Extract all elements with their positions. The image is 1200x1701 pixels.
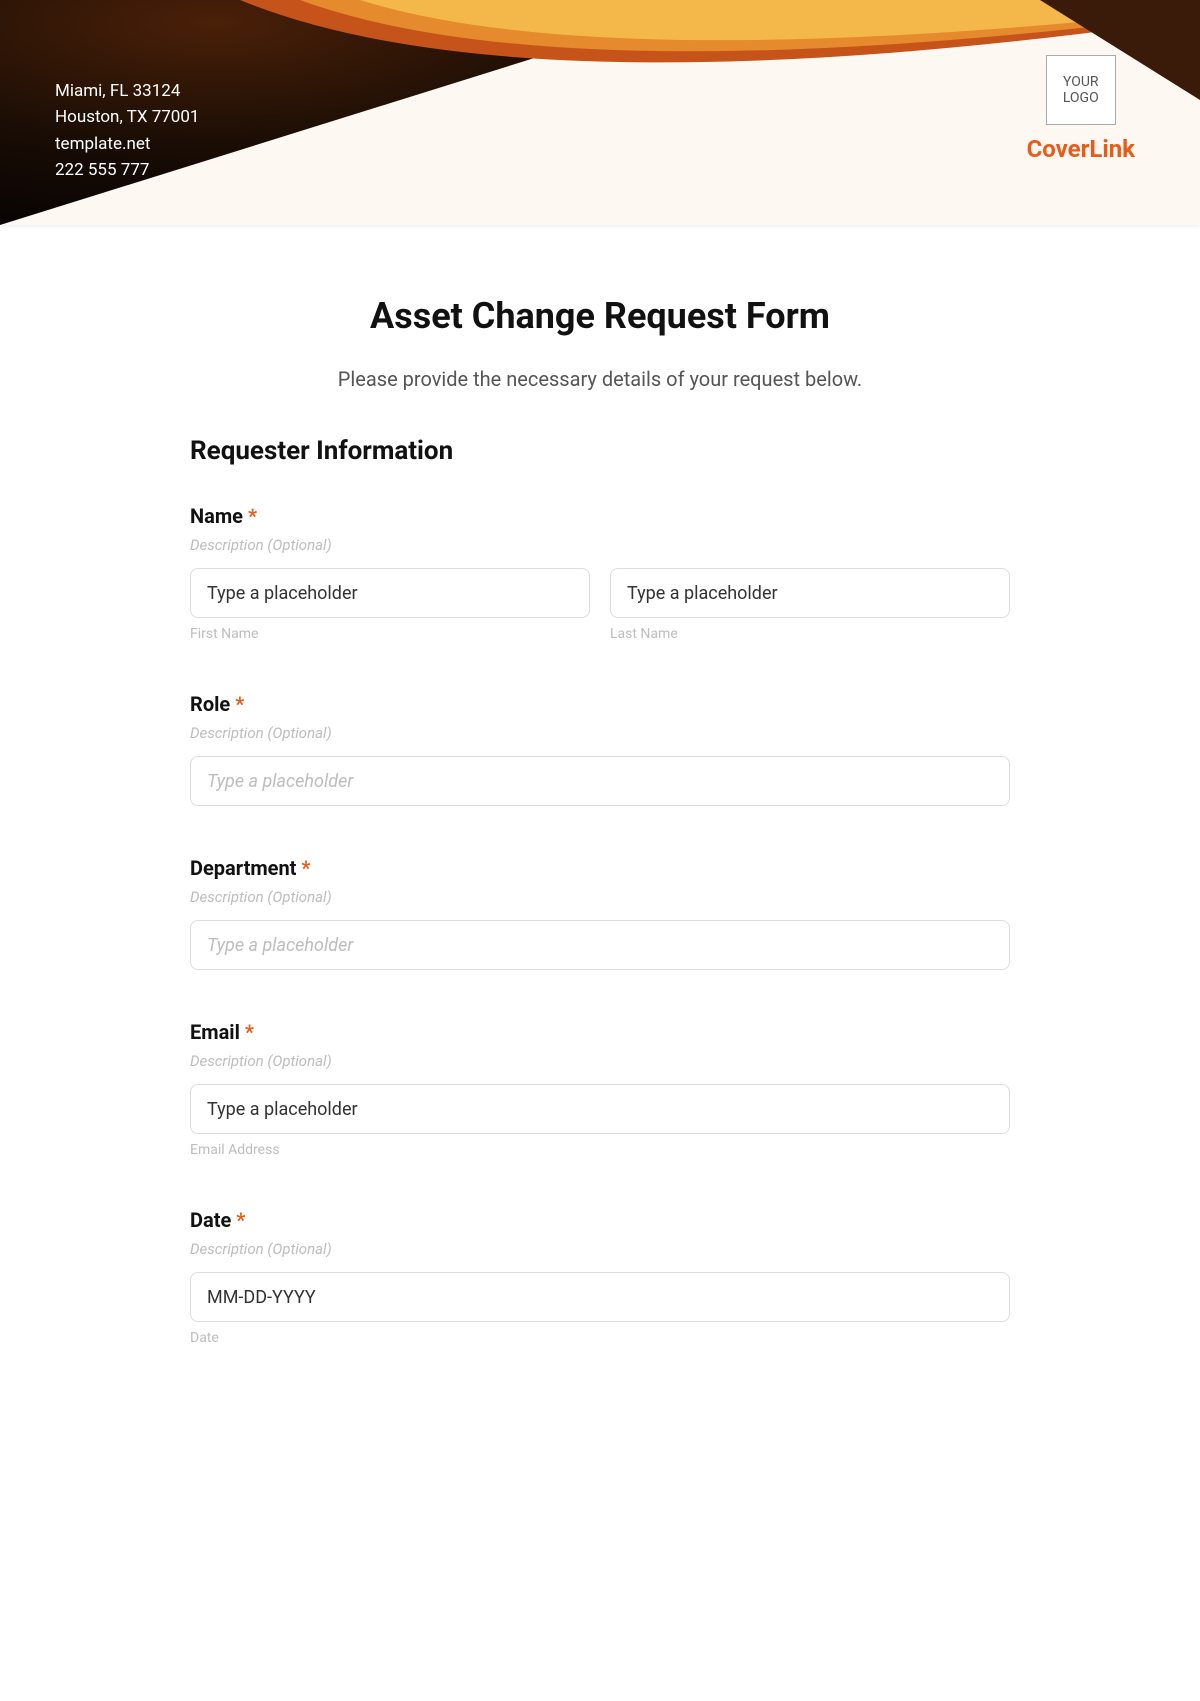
address-line-1: Miami, FL 33124 — [55, 78, 199, 104]
logo-placeholder: YOUR LOGO — [1046, 55, 1116, 125]
company-info: Miami, FL 33124 Houston, TX 77001 templa… — [55, 78, 199, 183]
email-sublabel: Email Address — [190, 1142, 1010, 1158]
email-description: Description (Optional) — [190, 1052, 1010, 1070]
phone-text: 222 555 777 — [55, 157, 199, 183]
logo-area: YOUR LOGO CoverLink — [1027, 55, 1135, 163]
field-name: Name * Description (Optional) First Name… — [190, 504, 1010, 642]
role-description: Description (Optional) — [190, 724, 1010, 742]
department-input[interactable] — [190, 920, 1010, 970]
form-subtitle: Please provide the necessary details of … — [190, 367, 1010, 391]
date-input[interactable] — [190, 1272, 1010, 1322]
address-line-2: Houston, TX 77001 — [55, 104, 199, 130]
email-label: Email * — [190, 1020, 1010, 1044]
role-input[interactable] — [190, 756, 1010, 806]
brand-name: CoverLink — [1027, 135, 1135, 163]
last-name-input[interactable] — [610, 568, 1010, 618]
name-label: Name * — [190, 504, 1010, 528]
field-role: Role * Description (Optional) — [190, 692, 1010, 806]
field-date: Date * Description (Optional) Date — [190, 1208, 1010, 1346]
department-label: Department * — [190, 856, 1010, 880]
date-label: Date * — [190, 1208, 1010, 1232]
last-name-sublabel: Last Name — [610, 626, 1010, 642]
field-email: Email * Description (Optional) Email Add… — [190, 1020, 1010, 1158]
first-name-input[interactable] — [190, 568, 590, 618]
document-header: Miami, FL 33124 Houston, TX 77001 templa… — [0, 0, 1200, 225]
date-description: Description (Optional) — [190, 1240, 1010, 1258]
role-label: Role * — [190, 692, 1010, 716]
website-text: template.net — [55, 131, 199, 157]
section-heading: Requester Information — [190, 436, 1010, 466]
form-container: Asset Change Request Form Please provide… — [190, 295, 1010, 1346]
form-title: Asset Change Request Form — [190, 295, 1010, 337]
name-description: Description (Optional) — [190, 536, 1010, 554]
field-department: Department * Description (Optional) — [190, 856, 1010, 970]
email-input[interactable] — [190, 1084, 1010, 1134]
department-description: Description (Optional) — [190, 888, 1010, 906]
first-name-sublabel: First Name — [190, 626, 590, 642]
date-sublabel: Date — [190, 1330, 1010, 1346]
